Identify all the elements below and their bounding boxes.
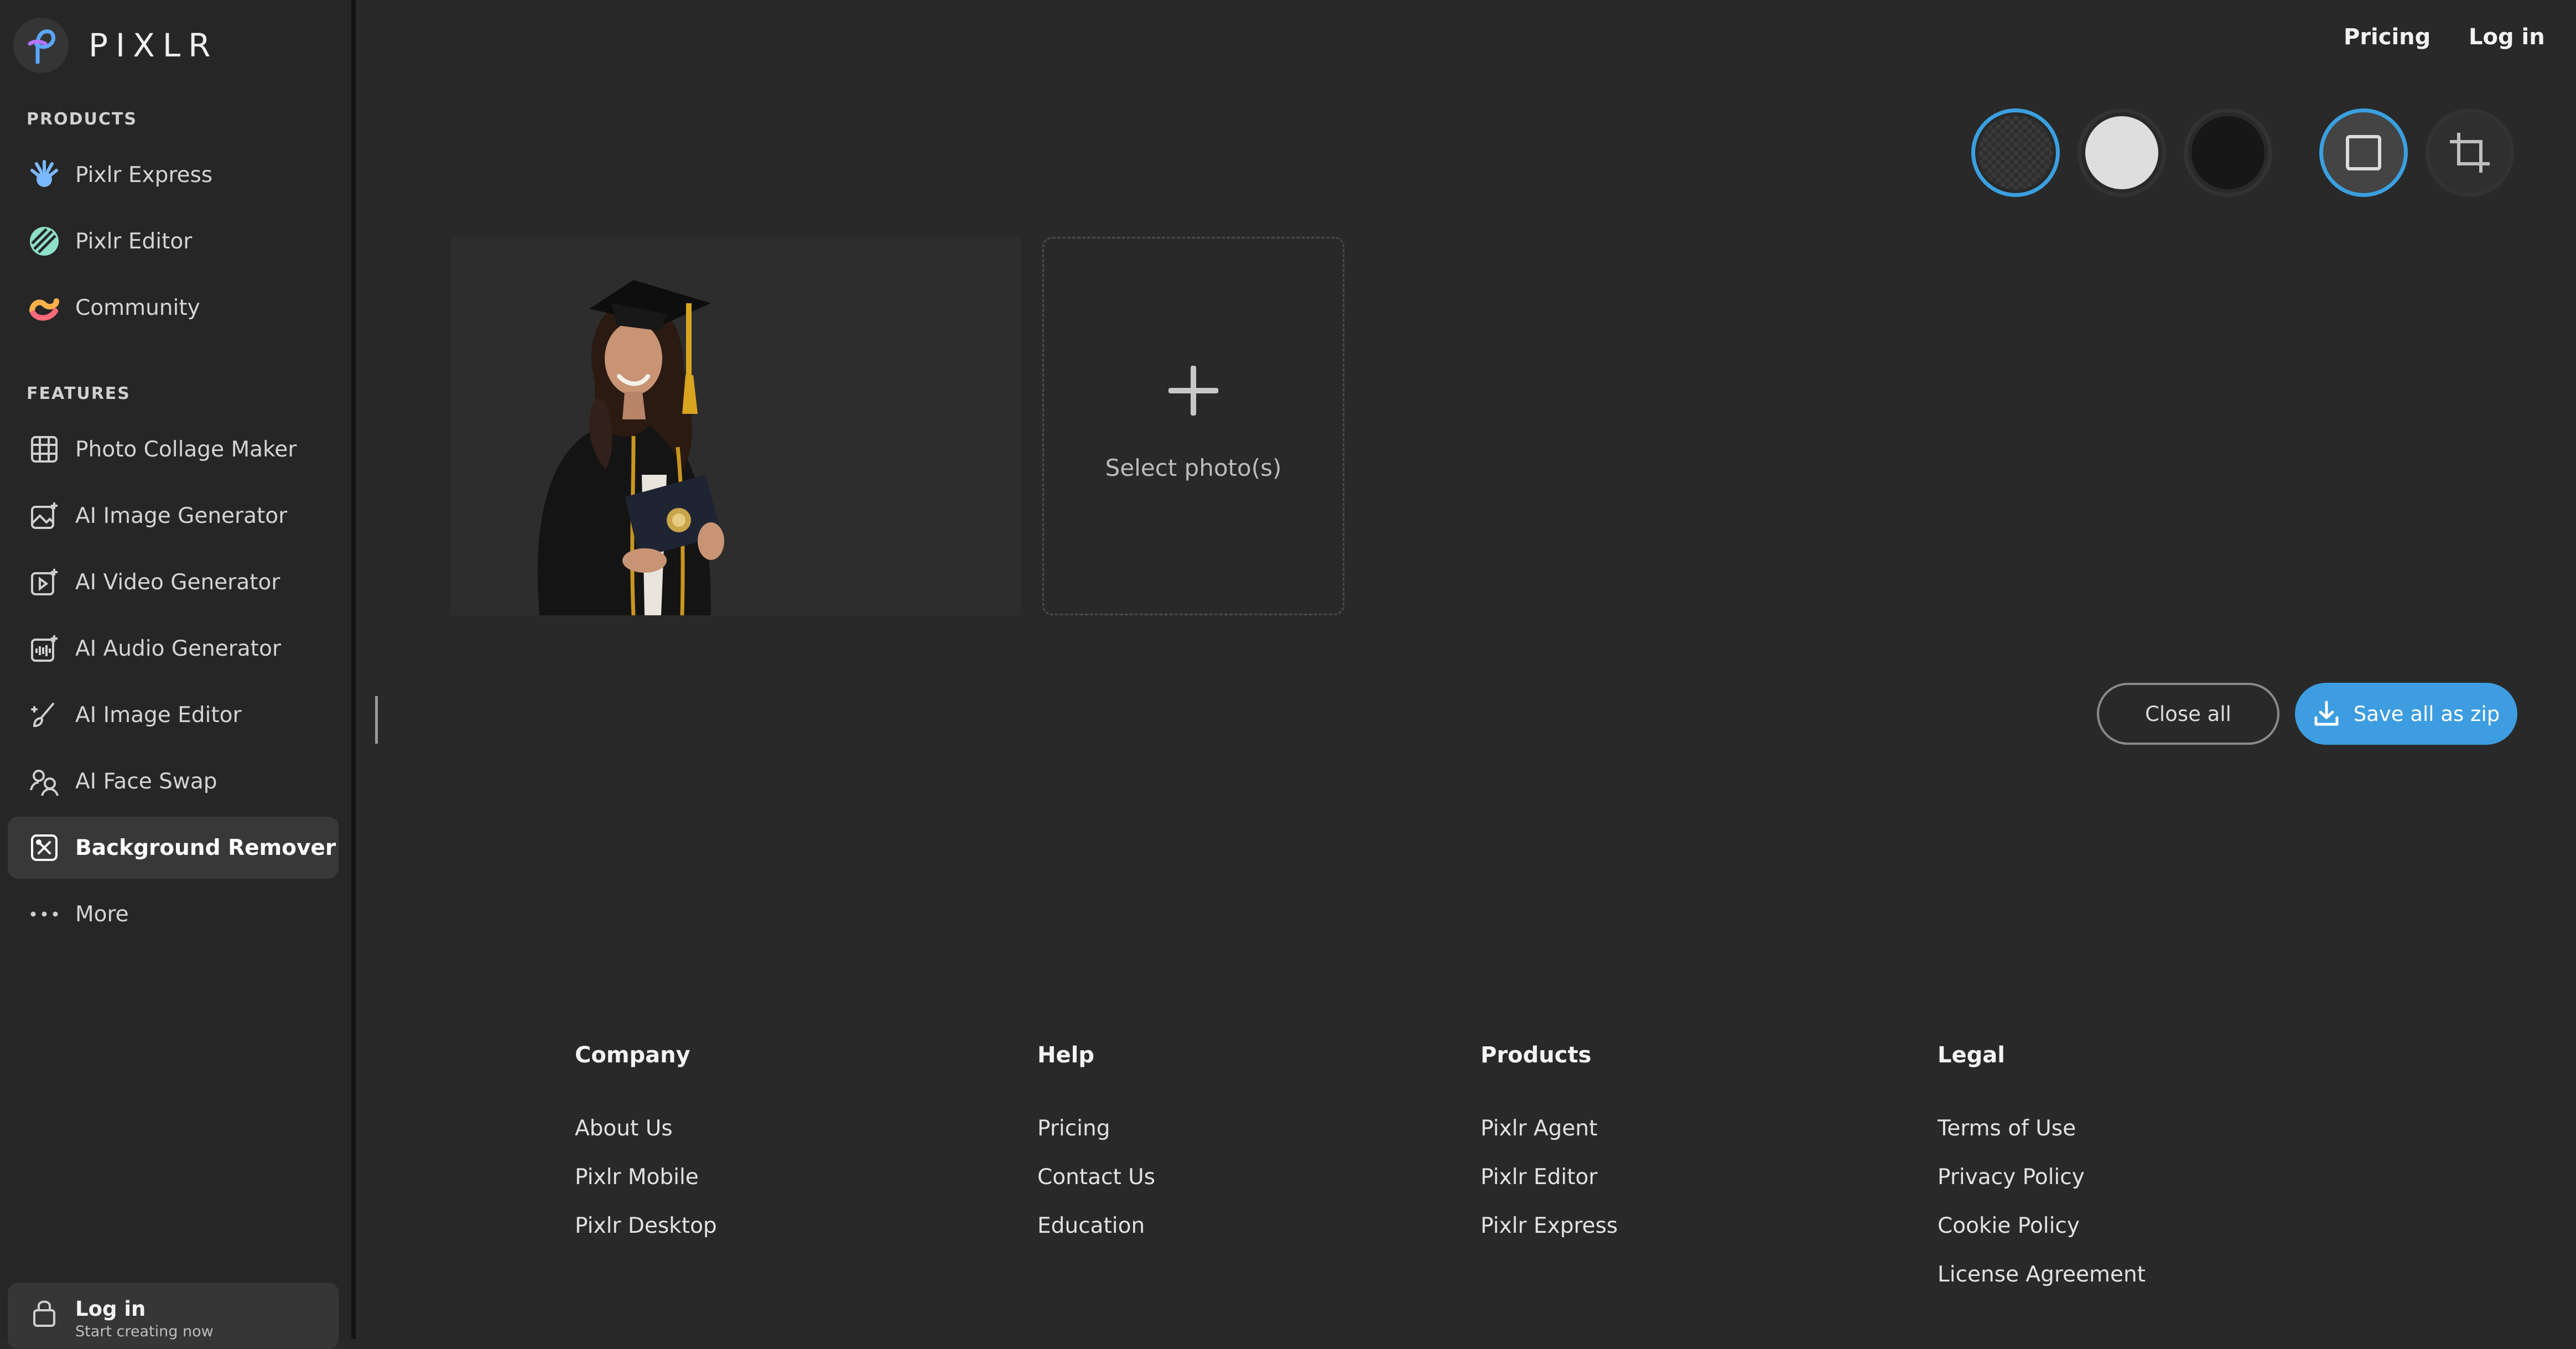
footer-heading: Products (1481, 1042, 1592, 1068)
footer-column-legal: Legal Terms of Use Privacy Policy Cookie… (1938, 1042, 2146, 1299)
sidebar-item-label: AI Video Generator (75, 569, 281, 595)
sidebar-item-community[interactable]: Community (8, 277, 339, 339)
products-section-label: PRODUCTS (27, 110, 137, 129)
footer-column-help: Help Pricing Contact Us Education (1037, 1042, 1155, 1251)
brand-name: PIXLR (89, 27, 219, 64)
sidebar-item-label: AI Audio Generator (75, 636, 281, 661)
black-background-button[interactable] (2184, 108, 2272, 197)
pixlr-logo-icon (13, 18, 69, 73)
sidebar: PIXLR PRODUCTS Pixlr Express Pixlr Edito… (0, 0, 356, 1349)
footer-link[interactable]: Pixlr Mobile (575, 1153, 717, 1202)
footer-heading: Help (1037, 1042, 1094, 1068)
divider-handle[interactable] (375, 696, 378, 744)
footer-link[interactable]: Terms of Use (1938, 1104, 2146, 1153)
ai-image-icon (28, 499, 61, 532)
footer-link[interactable]: License Agreement (1938, 1251, 2146, 1299)
sidebar-item-label: Photo Collage Maker (75, 437, 297, 462)
login-title: Log in (75, 1297, 146, 1321)
footer-column-products: Products Pixlr Agent Pixlr Editor Pixlr … (1481, 1042, 1618, 1251)
footer-link[interactable]: Pixlr Express (1481, 1202, 1618, 1251)
sidebar-item-ai-image-generator[interactable]: AI Image Generator (8, 485, 339, 547)
white-swatch-icon (2085, 116, 2158, 189)
footer-link[interactable]: Pricing (1037, 1104, 1155, 1153)
sidebar-item-pixlr-editor[interactable]: Pixlr Editor (8, 210, 339, 272)
black-swatch-icon (2191, 116, 2265, 189)
sidebar-item-ai-image-editor[interactable]: AI Image Editor (8, 684, 339, 746)
sidebar-login-card[interactable]: Log in Start creating now (8, 1283, 339, 1349)
footer-column-company: Company About Us Pixlr Mobile Pixlr Desk… (575, 1042, 717, 1251)
select-photos-label: Select photo(s) (1105, 454, 1282, 481)
sidebar-item-label: More (75, 901, 129, 927)
grid-icon (28, 433, 61, 466)
ai-audio-icon (28, 632, 61, 665)
sidebar-item-label: AI Face Swap (75, 769, 217, 794)
checkerboard-icon (1978, 116, 2053, 190)
ai-video-icon (28, 565, 61, 599)
square-icon (2346, 135, 2381, 170)
white-background-button[interactable] (2078, 108, 2166, 197)
login-link[interactable]: Log in (2469, 24, 2545, 50)
sidebar-item-label: Pixlr Express (75, 162, 213, 188)
footer-link[interactable]: About Us (575, 1104, 717, 1153)
pixlr-express-icon (28, 158, 61, 191)
crop-mode-button[interactable] (2426, 108, 2514, 197)
footer-heading: Legal (1938, 1042, 2005, 1068)
save-all-as-zip-button[interactable]: Save all as zip (2295, 683, 2517, 745)
ai-brush-icon (28, 698, 61, 731)
footer-link[interactable]: Pixlr Agent (1481, 1104, 1618, 1153)
face-swap-icon (28, 765, 61, 798)
footer-link[interactable]: Pixlr Desktop (575, 1202, 717, 1251)
pricing-link[interactable]: Pricing (2344, 24, 2430, 50)
footer-link[interactable]: Pixlr Editor (1481, 1153, 1618, 1202)
transparent-background-button[interactable] (1971, 108, 2060, 197)
processed-photo-card[interactable] (451, 237, 1021, 615)
login-subtitle: Start creating now (75, 1323, 214, 1340)
sidebar-item-pixlr-express[interactable]: Pixlr Express (8, 144, 339, 206)
footer-link[interactable]: Privacy Policy (1938, 1153, 2146, 1202)
lock-icon (28, 1297, 61, 1330)
features-section-label: FEATURES (27, 384, 131, 403)
sidebar-item-background-remover[interactable]: Background Remover (8, 817, 339, 879)
bg-remover-icon (28, 831, 61, 864)
save-all-label: Save all as zip (2353, 702, 2500, 726)
download-icon (2313, 700, 2340, 728)
footer-heading: Company (575, 1042, 690, 1068)
plus-icon (1168, 366, 1218, 416)
footer-link[interactable]: Cookie Policy (1938, 1202, 2146, 1251)
sidebar-item-more[interactable]: More (8, 883, 339, 945)
community-icon (28, 291, 61, 324)
sidebar-item-label: AI Image Generator (75, 503, 288, 528)
graduate-photo (537, 280, 724, 615)
logo[interactable]: PIXLR (13, 18, 218, 73)
square-mode-button[interactable] (2319, 108, 2408, 197)
sidebar-item-ai-face-swap[interactable]: AI Face Swap (8, 750, 339, 812)
crop-icon (2450, 133, 2490, 173)
sidebar-item-label: Community (75, 295, 200, 320)
footer-link[interactable]: Contact Us (1037, 1153, 1155, 1202)
select-photos-dropzone[interactable]: Select photo(s) (1042, 237, 1344, 615)
pixlr-editor-icon (28, 225, 61, 258)
footer-link[interactable]: Education (1037, 1202, 1155, 1251)
sidebar-item-label: Pixlr Editor (75, 229, 193, 254)
sidebar-item-label: Background Remover (75, 835, 336, 860)
sidebar-item-label: AI Image Editor (75, 702, 242, 728)
more-icon (28, 897, 61, 931)
close-all-button[interactable]: Close all (2097, 683, 2279, 745)
sidebar-item-ai-audio-generator[interactable]: AI Audio Generator (8, 618, 339, 679)
sidebar-item-ai-video-generator[interactable]: AI Video Generator (8, 551, 339, 613)
sidebar-item-photo-collage-maker[interactable]: Photo Collage Maker (8, 418, 339, 480)
